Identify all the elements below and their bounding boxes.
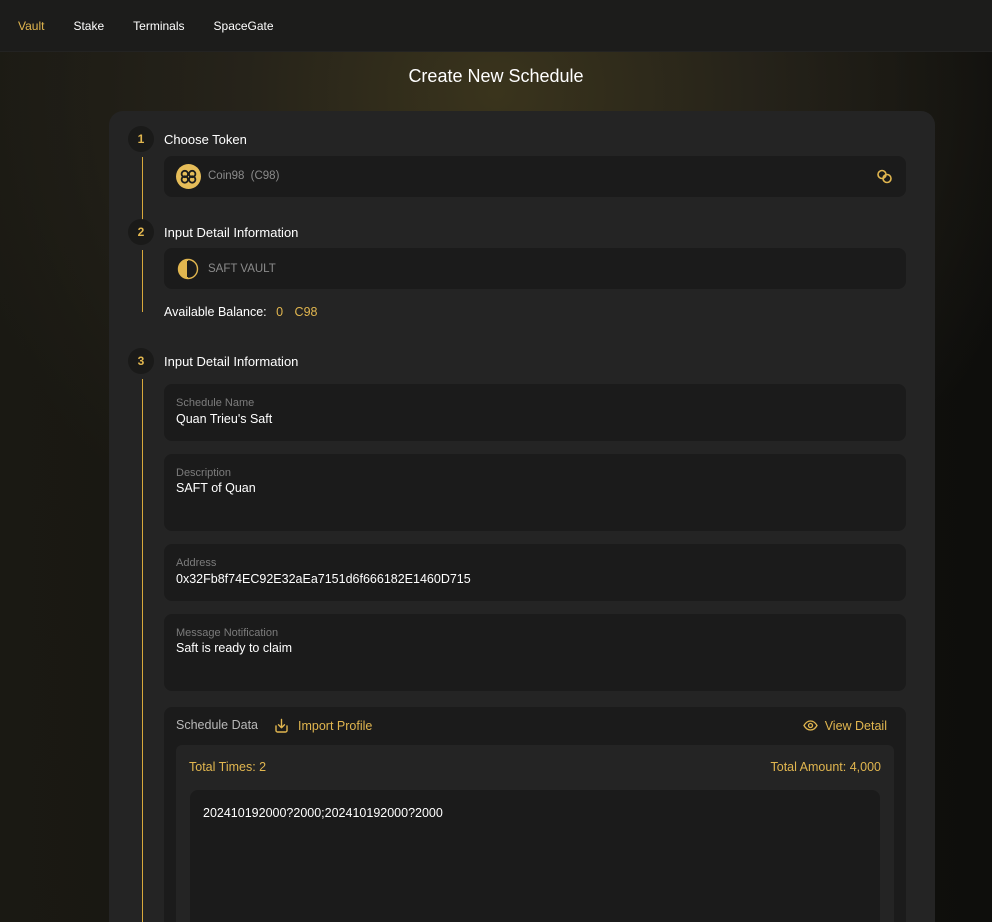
coin98-logo-icon (176, 164, 201, 189)
import-profile-button[interactable]: Import Profile (273, 717, 372, 734)
description-field[interactable]: Description SAFT of Quan (164, 454, 906, 531)
step-3-connector (142, 379, 143, 922)
nav-item-stake[interactable]: Stake (73, 19, 104, 33)
schedule-data-content: 202410192000?2000;202410192000?2000 (203, 806, 443, 820)
schedule-name-value[interactable]: Quan Trieu's Saft (176, 412, 272, 426)
saft-vault-logo-icon (177, 258, 199, 280)
step-1-title: Choose Token (164, 132, 247, 147)
token-symbol: (C98) (250, 170, 280, 182)
total-amount: Total Amount: 4,000 (770, 760, 882, 774)
balance-symbol: C98 (294, 305, 318, 319)
message-notification-field[interactable]: Message Notification Saft is ready to cl… (164, 614, 906, 691)
address-value[interactable]: 0x32Fb8f74EC92E32aEa7151d6f666182E1460D7… (176, 572, 471, 586)
page-title: Create New Schedule (408, 66, 584, 86)
total-times: Total Times: 2 (189, 760, 267, 774)
schedule-name-field[interactable]: Schedule Name Quan Trieu's Saft (164, 384, 906, 441)
swap-token-icon[interactable] (876, 168, 893, 185)
step-2-connector (142, 250, 143, 312)
step-1-number: 1 (128, 126, 154, 152)
available-balance: Available Balance: 0 C98 (164, 305, 317, 319)
view-detail-label: View Detail (824, 718, 887, 733)
balance-label: Available Balance: (164, 305, 267, 319)
nav-item-vault[interactable]: Vault (18, 19, 44, 33)
step-2-title: Input Detail Information (164, 225, 299, 240)
address-field[interactable]: Address 0x32Fb8f74EC92E32aEa7151d6f66618… (164, 544, 906, 601)
download-icon (273, 717, 290, 734)
message-notification-label: Message Notification (176, 627, 279, 639)
import-profile-label: Import Profile (298, 718, 373, 733)
top-navigation: Vault Stake Terminals SpaceGate (0, 0, 992, 52)
schedule-data-panel: Total Times: 2 Total Amount: 4,000 20241… (176, 745, 894, 922)
description-label: Description (176, 467, 232, 479)
balance-value: 0 (276, 305, 284, 319)
description-value[interactable]: SAFT of Quan (176, 481, 256, 495)
view-detail-button[interactable]: View Detail (802, 718, 887, 733)
step-3-title: Input Detail Information (164, 354, 299, 369)
eye-icon (802, 718, 818, 733)
nav-item-terminals[interactable]: Terminals (133, 19, 184, 33)
nav-item-spacegate[interactable]: SpaceGate (214, 19, 274, 33)
message-notification-value[interactable]: Saft is ready to claim (176, 641, 292, 655)
step-3-number: 3 (128, 348, 154, 374)
schedule-data-label: Schedule Data (176, 718, 259, 732)
token-selector[interactable]: Coin98 (C98) (164, 156, 906, 197)
vault-name: SAFT VAULT (208, 263, 276, 275)
schedule-form-card: 1 Choose Token Coin98 (C98) 2 Input Deta… (109, 111, 935, 922)
step-2-number: 2 (128, 219, 154, 245)
address-label: Address (176, 557, 217, 569)
schedule-data-section: Schedule Data Import Profile View Detail… (164, 707, 906, 922)
vault-display: SAFT VAULT (164, 248, 906, 289)
schedule-name-label: Schedule Name (176, 397, 255, 409)
schedule-data-textarea[interactable]: 202410192000?2000;202410192000?2000 (190, 790, 880, 922)
token-name: Coin98 (208, 170, 245, 182)
